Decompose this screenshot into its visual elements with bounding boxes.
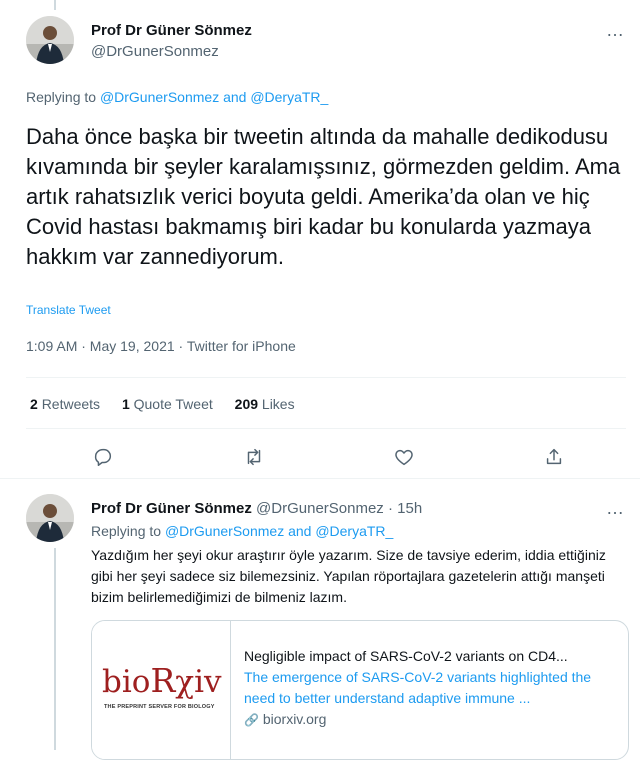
likes-stat[interactable]: 209 Likes bbox=[235, 396, 295, 412]
like-button[interactable] bbox=[390, 443, 418, 471]
replying-prefix: Replying to bbox=[26, 89, 100, 105]
likes-count: 209 bbox=[234, 396, 259, 412]
share-icon bbox=[546, 448, 562, 465]
link-card[interactable]: bioRχiv THE PREPRINT SERVER FOR BIOLOGY … bbox=[91, 620, 629, 760]
card-text: Negligible impact of SARS-CoV-2 variants… bbox=[244, 646, 624, 731]
author-handle[interactable]: @DrGunerSonmez bbox=[256, 500, 384, 517]
retweets-stat[interactable]: 2 Retweets bbox=[30, 396, 100, 412]
avatar[interactable] bbox=[26, 494, 74, 542]
replying-prefix: Replying to bbox=[91, 523, 165, 539]
author-name[interactable]: Prof Dr Güner Sönmez bbox=[91, 500, 252, 517]
thread-line bbox=[54, 548, 56, 750]
more-options-icon[interactable]: … bbox=[606, 498, 625, 519]
more-options-icon[interactable]: … bbox=[606, 20, 625, 41]
like-icon bbox=[395, 449, 413, 466]
replying-to: Replying to @DrGunerSonmez and @DeryaTR_ bbox=[26, 89, 328, 105]
biorxiv-logo: bioRχiv bbox=[102, 661, 222, 700]
link-icon: 🔗 bbox=[244, 713, 259, 727]
replying-to: Replying to @DrGunerSonmez and @DeryaTR_ bbox=[91, 523, 393, 539]
retweet-icon bbox=[247, 448, 261, 466]
tweet-separator bbox=[0, 478, 640, 479]
tweet-text: Daha önce başka bir tweetin altında da m… bbox=[26, 124, 621, 269]
card-domain-text: biorxiv.org bbox=[262, 711, 327, 727]
quotes-count: 1 bbox=[121, 396, 130, 412]
card-thumbnail: bioRχiv THE PREPRINT SERVER FOR BIOLOGY bbox=[92, 621, 231, 759]
divider bbox=[26, 428, 626, 429]
replying-mentions-link[interactable]: @DrGunerSonmez and @DeryaTR_ bbox=[100, 89, 328, 105]
divider bbox=[26, 377, 626, 378]
likes-label: Likes bbox=[261, 396, 295, 412]
main-tweet: Prof Dr Güner Sönmez @DrGunerSonmez … Re… bbox=[0, 0, 640, 475]
reply-author-name: Prof Dr Güner Sönmez @DrGunerSonmez · 15… bbox=[91, 500, 422, 517]
author-handle[interactable]: @DrGunerSonmez bbox=[91, 43, 219, 60]
card-description: The emergence of SARS-CoV-2 variants hig… bbox=[244, 669, 592, 706]
quotes-label: Quote Tweet bbox=[133, 396, 213, 412]
tweet-timestamp[interactable]: 1:09 AM · May 19, 2021 · Twitter for iPh… bbox=[26, 338, 296, 354]
author-name[interactable]: Prof Dr Güner Sönmez bbox=[91, 22, 252, 39]
card-domain: 🔗 biorxiv.org bbox=[244, 709, 624, 731]
quote-tweets-stat[interactable]: 1 Quote Tweet bbox=[122, 396, 213, 412]
share-button[interactable] bbox=[540, 443, 568, 471]
translate-tweet-link[interactable]: Translate Tweet bbox=[26, 303, 111, 317]
retweet-button[interactable] bbox=[240, 443, 268, 471]
engagement-stats: 2 Retweets 1 Quote Tweet 209 Likes bbox=[30, 396, 313, 412]
reply-text: Yazdığım her şeyi okur araştırır öyle ya… bbox=[91, 547, 606, 605]
retweets-label: Retweets bbox=[41, 396, 101, 412]
thread-line-top bbox=[54, 0, 56, 10]
retweets-count: 2 bbox=[30, 396, 38, 412]
tweet-time[interactable]: · 15h bbox=[388, 500, 422, 517]
biorxiv-tagline: THE PREPRINT SERVER FOR BIOLOGY bbox=[104, 704, 215, 710]
reply-icon bbox=[94, 448, 112, 466]
replying-mentions-link[interactable]: @DrGunerSonmez and @DeryaTR_ bbox=[165, 523, 393, 539]
avatar[interactable] bbox=[26, 16, 74, 64]
card-title: Negligible impact of SARS-CoV-2 variants… bbox=[244, 648, 568, 664]
reply-button[interactable] bbox=[89, 443, 117, 471]
